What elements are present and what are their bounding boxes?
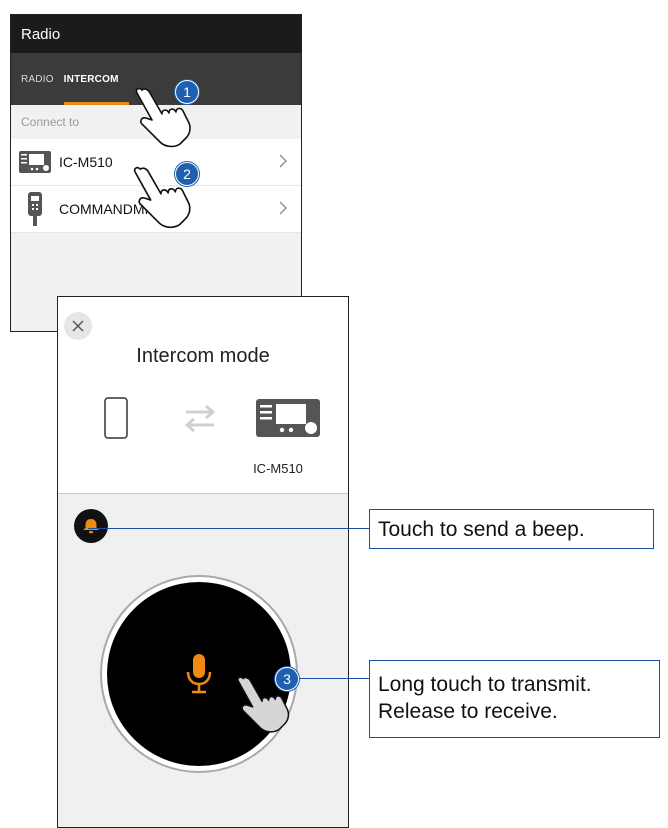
callout-ptt-line1: Long touch to transmit. [378,673,592,696]
close-icon [72,320,84,332]
radio-unit-icon [19,151,51,173]
tab-intercom[interactable]: INTERCOM [63,53,129,105]
microphone-icon [186,654,212,694]
tab-bar: RADIO INTERCOM [11,53,301,105]
swap-arrows-icon [184,404,216,433]
list-item-commandmic[interactable]: COMMANDMIC [11,186,301,233]
list-item-label: IC-M510 [59,154,113,170]
bell-icon [83,519,99,534]
list-item-label: COMMANDMIC [59,201,159,217]
microphone-handset-icon [28,192,42,226]
app-bar: Radio [11,15,301,53]
app-title: Radio [21,25,61,43]
callout-line-beep [88,528,369,529]
beep-button[interactable] [74,509,108,543]
chevron-right-icon [279,201,287,215]
callout-line-ptt [296,678,369,679]
ptt-button[interactable] [107,582,291,766]
step-marker-2: 2 [175,162,199,186]
page-title: Intercom mode [136,345,270,367]
connect-to-label: Connect to [11,105,301,139]
callout-beep-text: Touch to send a beep. [378,517,585,541]
chevron-right-icon [279,154,287,168]
tab-radio[interactable]: RADIO [21,53,54,105]
callout-ptt: Long touch to transmit. Release to recei… [369,660,660,738]
smartphone-icon [104,397,128,439]
radio-connect-screen: Radio RADIO INTERCOM Connect to IC-M510 [10,14,302,332]
list-item-ic-m510[interactable]: IC-M510 [11,139,301,186]
ptt-button-ring [100,575,298,773]
step-marker-3: 3 [275,667,299,691]
device-name: IC-M510 [253,461,303,476]
callout-beep: Touch to send a beep. [369,509,654,549]
step-marker-1: 1 [175,80,199,104]
close-button[interactable] [64,312,92,340]
callout-ptt-line2: Release to receive. [378,700,558,723]
radio-unit-icon [256,399,320,437]
intercom-mode-screen: Intercom mode IC-M510 [57,296,349,828]
